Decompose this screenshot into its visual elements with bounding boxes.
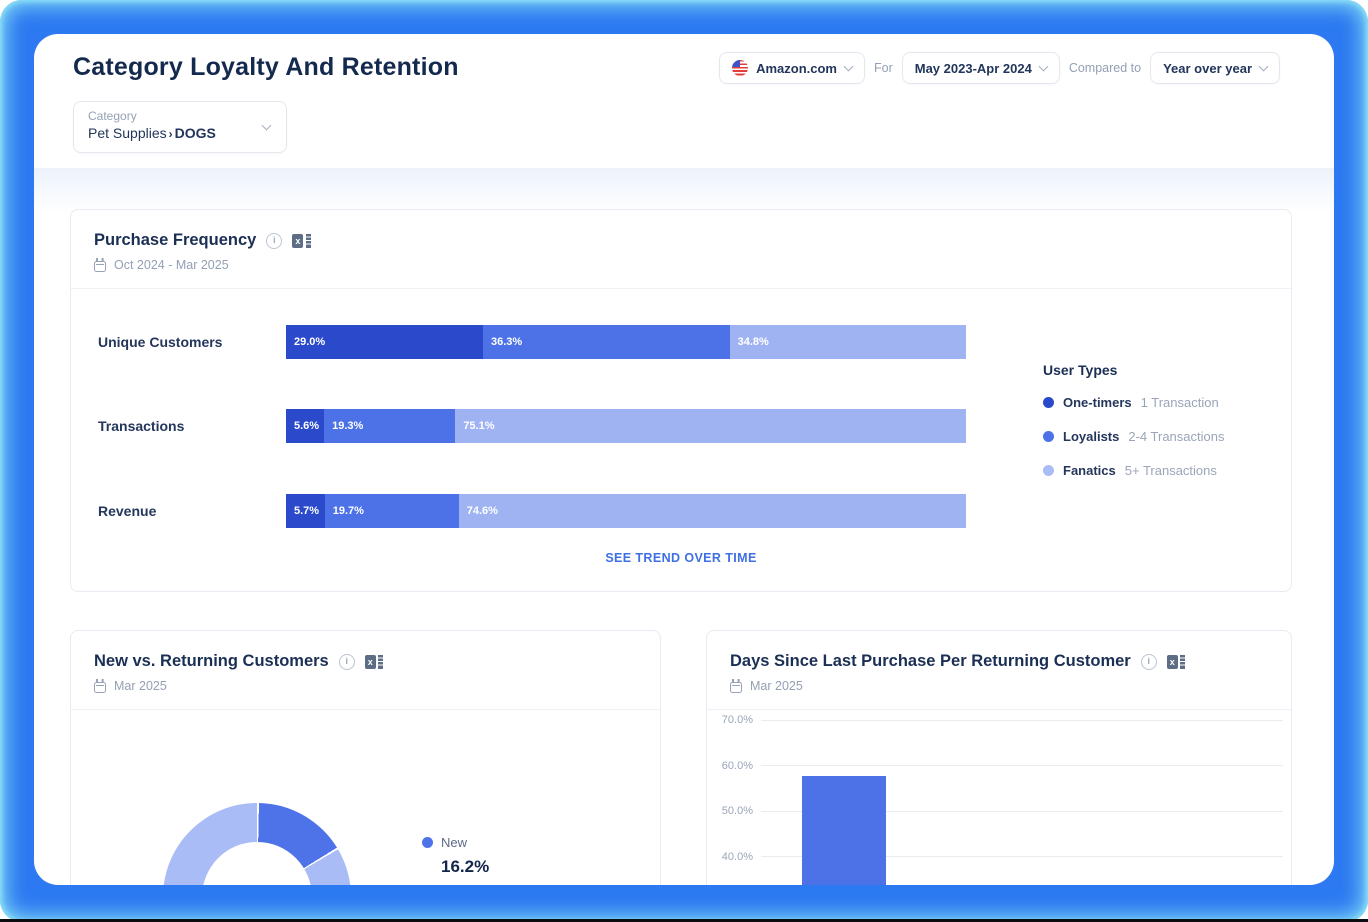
pf-row: Revenue 5.7%19.7%74.6% [71, 494, 1291, 528]
gridline [761, 720, 1283, 721]
legend-item: One-timers 1 Transaction [1043, 395, 1224, 410]
pf-row-label: Transactions [98, 418, 184, 434]
comparison-select[interactable]: Year over year [1150, 52, 1280, 84]
pf-bar-segment-one-timers[interactable]: 5.7% [286, 494, 325, 528]
y-axis-tick-row: 60.0% [721, 760, 1283, 772]
legend-dot [1043, 397, 1054, 408]
user-types-legend: User Types One-timers 1 Transaction Loyali… [1043, 362, 1224, 497]
pf-row: Unique Customers 29.0%36.3%34.8% [71, 325, 1291, 359]
legend-desc: 2-4 Transactions [1128, 429, 1224, 444]
legend-label: New [441, 835, 467, 850]
pf-bar-segment-fanatics[interactable]: 34.8% [730, 325, 966, 359]
y-axis-tick-row: 70.0% [721, 714, 1283, 726]
pf-bar-segment-fanatics[interactable]: 75.1% [455, 409, 966, 443]
excel-export-icon[interactable] [292, 234, 311, 248]
days-since-card: Days Since Last Purchase Per Returning C… [706, 630, 1292, 885]
info-icon[interactable] [266, 233, 282, 249]
pf-row-label: Revenue [98, 503, 156, 519]
app-window: Category Loyalty And Retention Amazon.co… [34, 34, 1334, 885]
y-axis-tick-label: 40.0% [721, 851, 753, 863]
chevron-down-icon [844, 62, 854, 72]
compared-to-label: Compared to [1069, 61, 1141, 75]
pf-stacked-bar: 5.6%19.3%75.1% [286, 409, 966, 443]
gridline [761, 765, 1283, 766]
legend-dot [1043, 465, 1054, 476]
legend-name: Loyalists [1063, 429, 1119, 444]
market-select-value: Amazon.com [756, 61, 837, 76]
header-gradient-band [34, 169, 1334, 211]
card-header: Purchase Frequency Oct 2024 - Mar 2025 [71, 210, 1291, 289]
excel-export-icon[interactable] [1167, 655, 1186, 669]
new-vs-returning-card: New vs. Returning Customers Mar 2025 New… [70, 630, 661, 885]
pf-bar-segment-one-timers[interactable]: 29.0% [286, 325, 483, 359]
us-flag-icon [732, 60, 748, 76]
pf-bar-segment-one-timers[interactable]: 5.6% [286, 409, 324, 443]
screenshot-root: Category Loyalty And Retention Amazon.co… [0, 0, 1368, 922]
header-controls: Amazon.com For May 2023-Apr 2024 Compare… [719, 52, 1280, 84]
legend-dot [422, 837, 433, 848]
category-select[interactable]: Category Pet Supplies›DOGS [73, 101, 287, 153]
legend-desc: 1 Transaction [1141, 395, 1219, 410]
for-label: For [874, 61, 893, 75]
card-title: Days Since Last Purchase Per Returning C… [730, 652, 1131, 671]
y-axis-tick-label: 70.0% [721, 714, 753, 726]
legend-desc: 5+ Transactions [1125, 463, 1217, 478]
page-title: Category Loyalty And Retention [73, 53, 459, 82]
pf-stacked-bar: 29.0%36.3%34.8% [286, 325, 966, 359]
pf-row-label: Unique Customers [98, 334, 222, 350]
purchase-frequency-card: Purchase Frequency Oct 2024 - Mar 2025 U… [70, 209, 1292, 592]
market-select[interactable]: Amazon.com [719, 52, 865, 84]
see-trend-link[interactable]: SEE TREND OVER TIME [71, 551, 1291, 565]
calendar-icon [94, 682, 106, 693]
donut-legend: New 16.2% [422, 835, 489, 877]
pf-bar-segment-loyalists[interactable]: 19.3% [324, 409, 455, 443]
category-select-label: Category [88, 109, 272, 123]
legend-item: Loyalists 2-4 Transactions [1043, 429, 1224, 444]
period-select-value: May 2023-Apr 2024 [915, 61, 1032, 76]
card-title: New vs. Returning Customers [94, 652, 329, 671]
date-range: Mar 2025 [750, 679, 803, 693]
legend-name: One-timers [1063, 395, 1132, 410]
date-range: Oct 2024 - Mar 2025 [114, 258, 229, 272]
chevron-down-icon [1259, 62, 1269, 72]
card-header: New vs. Returning Customers Mar 2025 [71, 631, 660, 710]
calendar-icon [730, 682, 742, 693]
purchase-frequency-chart: Unique Customers 29.0%36.3%34.8% Transacti… [71, 289, 1291, 592]
period-select[interactable]: May 2023-Apr 2024 [902, 52, 1060, 84]
calendar-icon [94, 261, 106, 272]
pf-bar-segment-fanatics[interactable]: 74.6% [459, 494, 966, 528]
legend-title: User Types [1043, 362, 1224, 378]
info-icon[interactable] [339, 654, 355, 670]
card-title: Purchase Frequency [94, 231, 256, 250]
chevron-down-icon [1038, 62, 1048, 72]
pf-bar-segment-loyalists[interactable]: 36.3% [483, 325, 730, 359]
new-vs-returning-donut[interactable] [163, 803, 351, 885]
info-icon[interactable] [1141, 654, 1157, 670]
pf-stacked-bar: 5.7%19.7%74.6% [286, 494, 966, 528]
legend-dot [1043, 431, 1054, 442]
pf-bar-segment-loyalists[interactable]: 19.7% [325, 494, 459, 528]
card-header: Days Since Last Purchase Per Returning C… [707, 631, 1291, 710]
legend-name: Fanatics [1063, 463, 1116, 478]
legend-value: 16.2% [441, 857, 489, 877]
comparison-select-value: Year over year [1163, 61, 1252, 76]
category-select-value: Pet Supplies›DOGS [88, 125, 272, 141]
y-axis-tick-label: 50.0% [721, 805, 753, 817]
days-since-chart: 70.0% 60.0% 50.0% 40.0% [707, 710, 1291, 885]
legend-item: Fanatics 5+ Transactions [1043, 463, 1224, 478]
date-range: Mar 2025 [114, 679, 167, 693]
excel-export-icon[interactable] [365, 655, 384, 669]
column-bar[interactable] [802, 776, 886, 886]
y-axis-tick-label: 60.0% [721, 760, 753, 772]
